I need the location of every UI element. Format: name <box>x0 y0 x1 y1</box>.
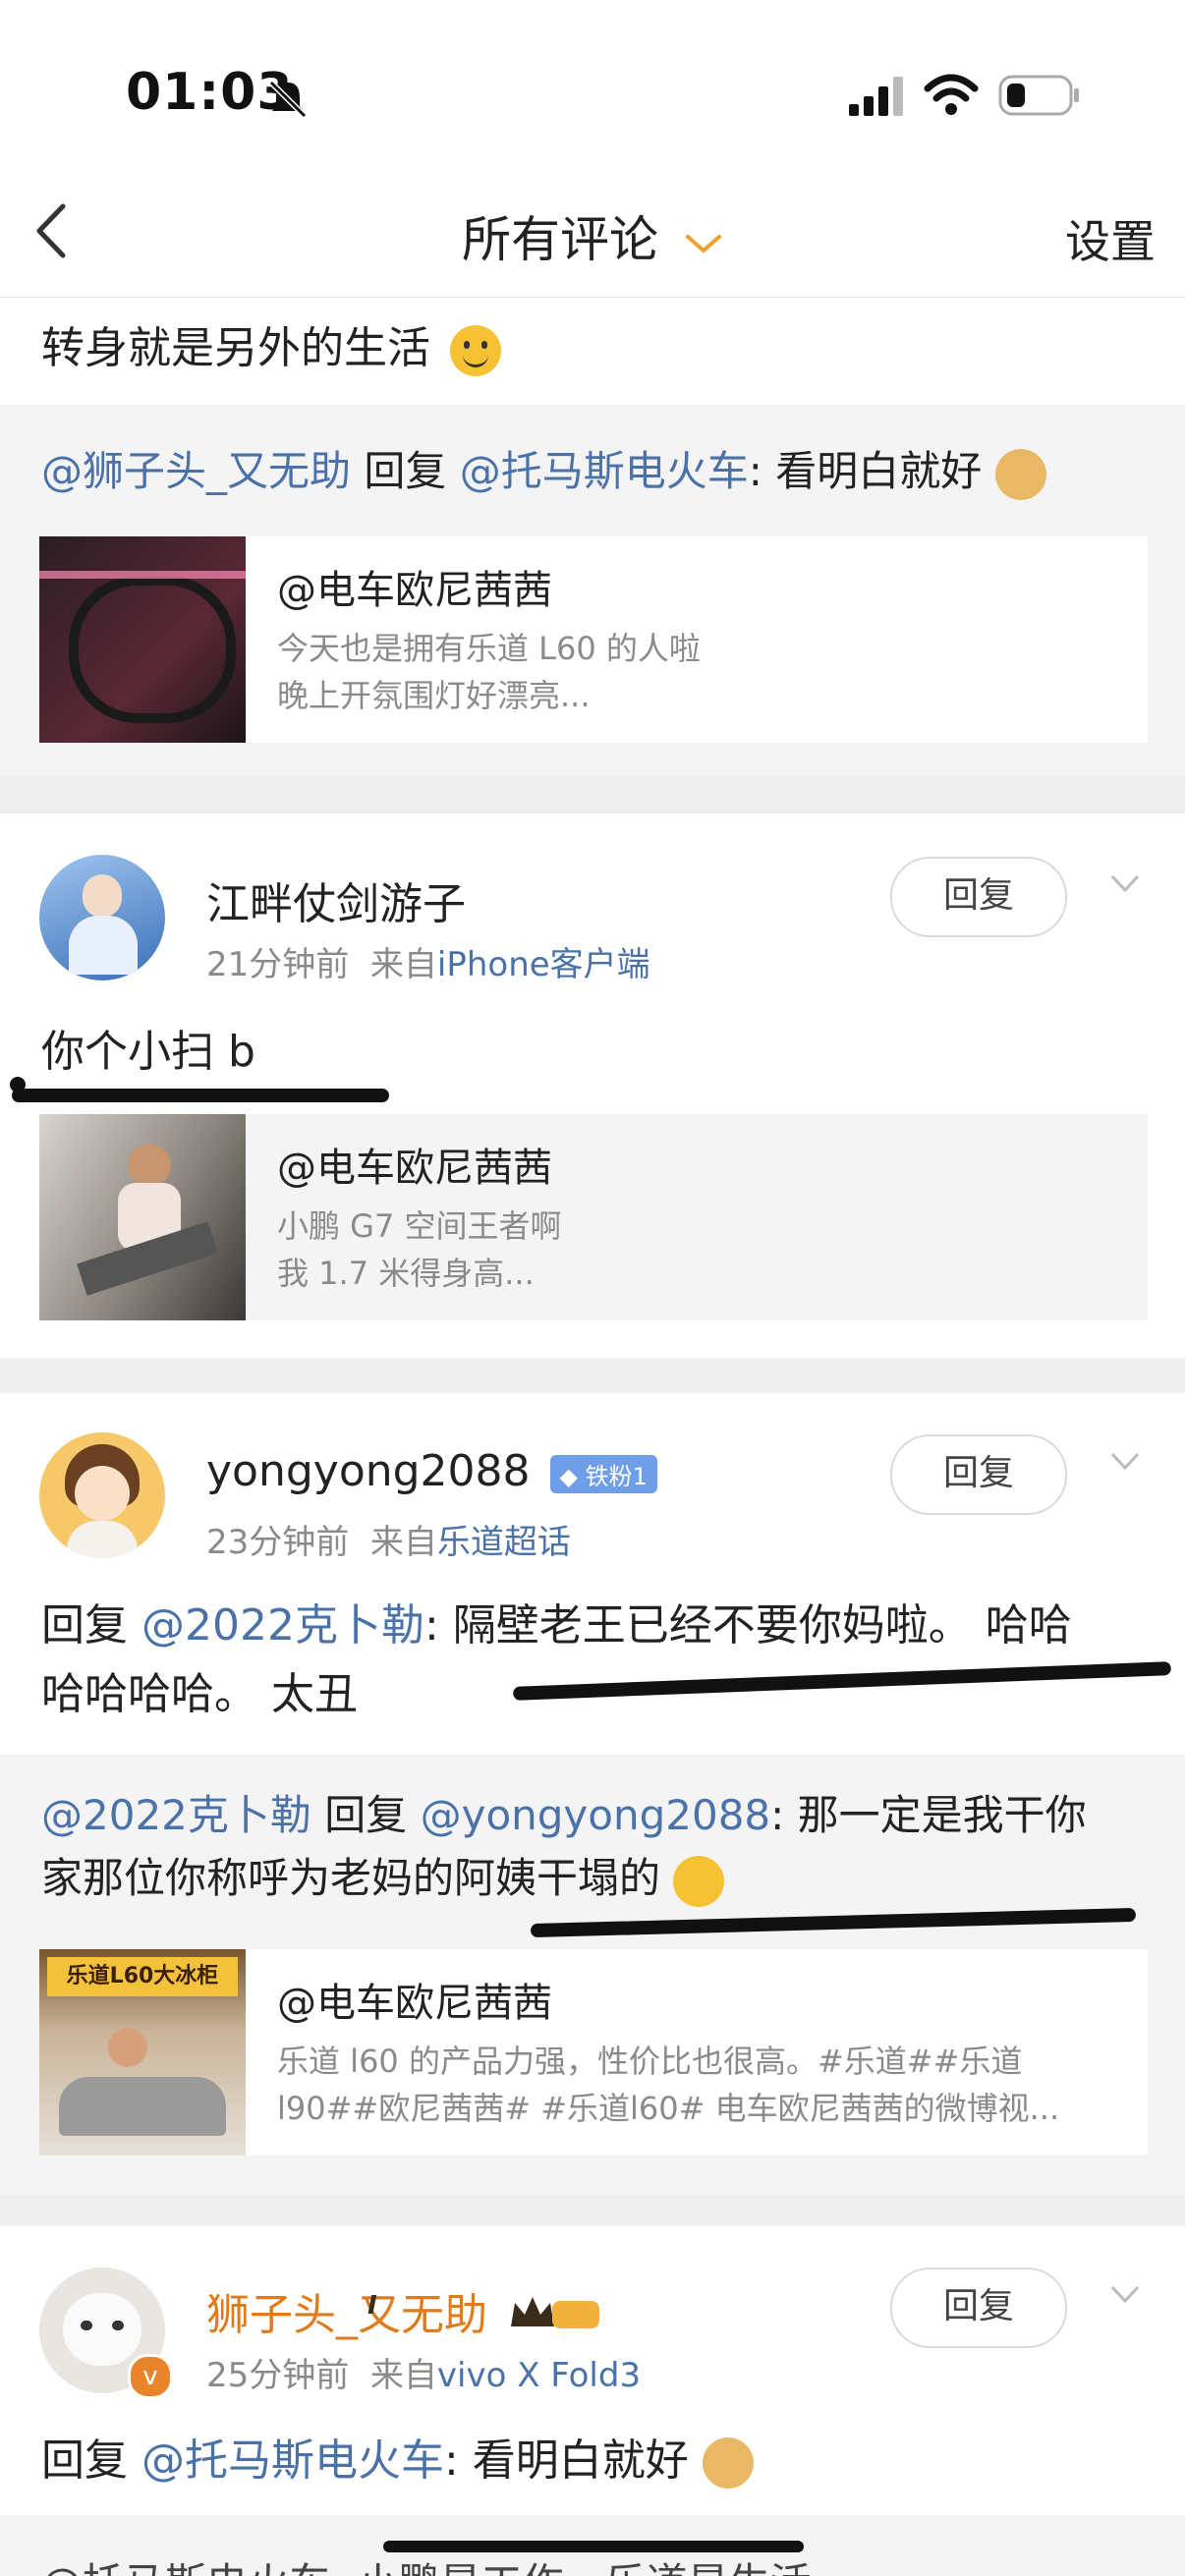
mention-link[interactable]: @托马斯电火车 <box>460 447 749 495</box>
post-author: @电车欧尼茜茜 <box>277 1981 552 2026</box>
redaction-scribble <box>12 1089 389 1102</box>
comment-text: 回复 @2022克卜勒: 隔壁老王已经不要你妈啦。 哈哈 哈哈哈哈。 太丑 <box>41 1600 1072 1719</box>
post-desc-line2: l90##欧尼茜茜# #乐道l60# 电车欧尼茜茜的微博视... <box>277 2090 1060 2127</box>
post-desc-line1: 小鹏 G7 空间王者啊 <box>277 1207 562 1245</box>
cellular-signal-icon <box>849 77 903 116</box>
section-divider <box>0 776 1185 813</box>
section-divider <box>0 1358 1185 1393</box>
post-desc-line2: 我 1.7 米得身高... <box>277 1255 535 1292</box>
username[interactable]: 江畔仗剑游子 <box>206 868 466 931</box>
level-label: I <box>367 2291 377 2321</box>
linked-post-card[interactable]: @电车欧尼茜茜 今天也是拥有乐道 L60 的人啦 晚上开氛围灯好漂亮... <box>39 536 1148 743</box>
comment-text: 回复 @托马斯电火车: 看明白就好 <box>41 2425 754 2489</box>
silent-bell-icon <box>268 80 308 119</box>
comment-text: 你个小扫 b <box>41 1027 255 1077</box>
linked-post-card[interactable]: 乐道L60大冰柜 @电车欧尼茜茜 乐道 l60 的产品力强，性价比也很高。#乐道… <box>39 1949 1148 2156</box>
crown-level-badge <box>509 2293 603 2343</box>
post-author: @电车欧尼茜茜 <box>277 568 552 613</box>
post-thumbnail: 乐道L60大冰柜 <box>39 1949 246 2156</box>
post-author: @电车欧尼茜茜 <box>277 1146 552 1191</box>
comment-text: 转身就是另外的生活 <box>41 312 501 376</box>
nav-title: 所有评论 <box>462 211 659 268</box>
doge-emoji-icon <box>702 2437 754 2489</box>
section-divider <box>0 2195 1185 2226</box>
chevron-down-icon[interactable] <box>1110 868 1140 898</box>
post-thumbnail <box>39 536 246 743</box>
mention-link[interactable]: @2022克卜勒 <box>41 1791 311 1839</box>
username[interactable]: 狮子头_又无助 <box>206 2279 603 2343</box>
mention-link[interactable]: @2022克卜勒 <box>141 1600 424 1651</box>
chevron-down-icon <box>685 234 721 253</box>
linked-post-card[interactable]: @电车欧尼茜茜 小鹏 G7 空间王者啊 我 1.7 米得身高... <box>39 1114 1148 1320</box>
doge-emoji-icon <box>994 448 1046 500</box>
redaction-scribble <box>383 2541 804 2552</box>
thumb-caption: 乐道L60大冰柜 <box>47 1957 238 1996</box>
comments-filter-dropdown[interactable]: 所有评论 <box>0 200 1185 271</box>
post-desc-line2: 晚上开氛围灯好漂亮... <box>277 677 591 714</box>
status-bar: 01:03 <box>0 0 1185 177</box>
wifi-icon <box>924 74 979 115</box>
mention-link[interactable]: @狮子头_又无助 <box>41 447 351 495</box>
smile-emoji-icon <box>450 325 501 376</box>
comment-meta: 23分钟前 来自乐道超话 <box>206 1523 571 1562</box>
settings-button[interactable]: 设置 <box>1065 206 1156 271</box>
redaction-dot <box>10 1077 26 1092</box>
reply-button[interactable]: 回复 <box>890 1434 1067 1515</box>
sub-reply-text: @狮子头_又无助 回复 @托马斯电火车: 看明白就好 <box>41 438 1046 500</box>
avatar[interactable] <box>39 855 165 980</box>
post-desc-line1: 今天也是拥有乐道 L60 的人啦 <box>277 630 701 667</box>
post-thumbnail <box>39 1114 246 1320</box>
chevron-down-icon[interactable] <box>1110 1446 1140 1476</box>
comment-meta: 21分钟前 来自iPhone客户端 <box>206 945 650 984</box>
sub-reply-text: @托马斯电火车: 小鹏是工作，乐道是生活 <box>41 2550 812 2576</box>
avatar[interactable] <box>39 1432 165 1558</box>
laugh-cry-emoji-icon <box>673 1855 725 1907</box>
chevron-down-icon[interactable] <box>1110 2279 1140 2309</box>
verified-badge-icon: v <box>128 2354 173 2399</box>
username[interactable]: yongyong2088 ◆ 铁粉1 <box>206 1446 657 1496</box>
post-desc-line1: 乐道 l60 的产品力强，性价比也很高。#乐道##乐道 <box>277 2043 1023 2080</box>
reply-button[interactable]: 回复 <box>890 857 1067 937</box>
sub-reply-text: @2022克卜勒 回复 @yongyong2088: 那一定是我干你 家那位你称… <box>41 1784 1152 1910</box>
comment-meta: 25分钟前 来自vivo X Fold3 <box>206 2356 642 2395</box>
diamond-icon: ◆ <box>559 1462 578 1490</box>
battery-icon <box>998 75 1079 116</box>
fan-badge: ◆ 铁粉1 <box>549 1454 657 1493</box>
mention-link[interactable]: @托马斯电火车 <box>141 2436 444 2486</box>
mention-link[interactable]: @yongyong2088 <box>421 1791 771 1839</box>
crown-icon <box>511 2296 599 2328</box>
reply-button[interactable]: 回复 <box>890 2268 1067 2348</box>
